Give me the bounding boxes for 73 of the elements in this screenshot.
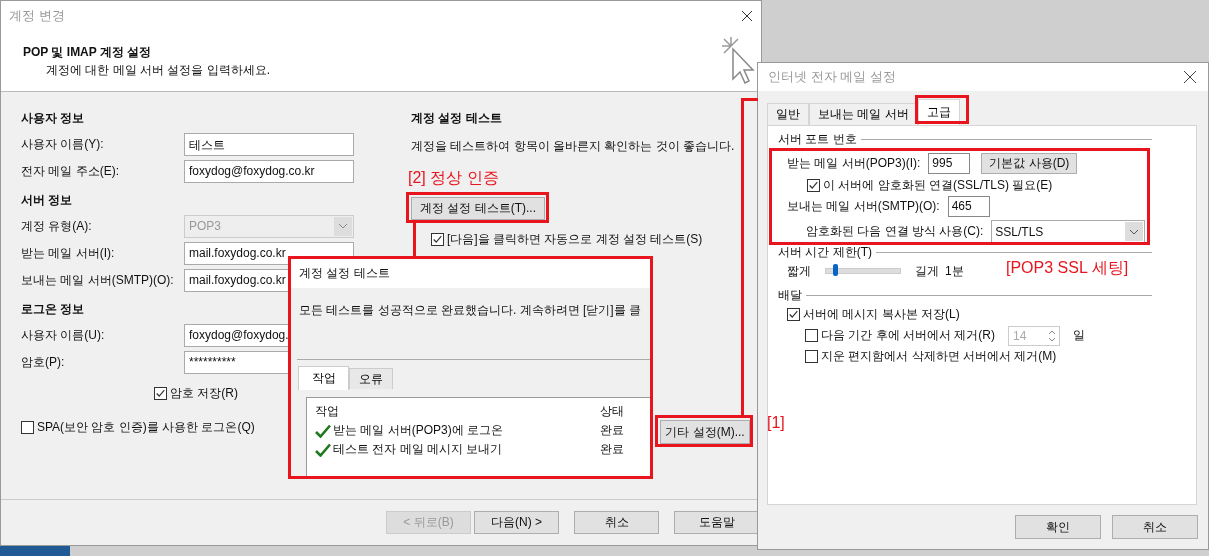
- dialog-heading: POP 및 IMAP 계정 설정: [23, 44, 153, 61]
- test-account-button[interactable]: 계정 설정 테스트(T)...: [411, 197, 545, 220]
- section-heading: 로그온 정보: [21, 301, 85, 318]
- field-label: 계정 유형(A):: [21, 217, 93, 235]
- close-icon[interactable]: [742, 11, 752, 21]
- highlight-frame: [915, 95, 969, 124]
- table-cell: 받는 메일 서버(POP3)에 로그온: [333, 422, 503, 439]
- checkbox[interactable]: [805, 329, 818, 342]
- close-icon[interactable]: [1184, 71, 1196, 83]
- tab[interactable]: 작업: [298, 366, 349, 390]
- group-heading: 서버 시간 제한(T): [778, 243, 872, 261]
- field-label: 받는 메일 서버(I):: [21, 244, 116, 262]
- field-label: 암호(P):: [21, 353, 66, 371]
- encryption-dropdown[interactable]: SSL/TLS: [991, 220, 1146, 243]
- table-cell-text: 완료: [600, 441, 625, 458]
- tab[interactable]: 일반: [767, 103, 809, 125]
- window-title: 인터넷 전자 메일 설정: [768, 68, 896, 86]
- field-label: 사용자 이름(U):: [21, 326, 106, 344]
- checkbox-label: SPA(보안 암호 인증)를 사용한 로그온(Q): [37, 419, 255, 436]
- annotation-label: [POP3 SSL 세팅]: [1006, 258, 1129, 278]
- port-field[interactable]: 995: [928, 153, 971, 174]
- field-label: 전자 메일 주소(E):: [21, 162, 120, 180]
- column-header: 상태: [600, 403, 625, 420]
- dialog-button[interactable]: 취소: [1112, 515, 1198, 539]
- checkbox-label: 다음 기간 후에 서버에서 제거(R): [821, 327, 995, 344]
- slider-label: 짧게: [787, 262, 811, 280]
- slider-thumb[interactable]: [833, 264, 839, 276]
- group-heading: 서버 포트 번호: [778, 130, 857, 148]
- checkbox[interactable]: [807, 178, 820, 192]
- tab[interactable]: 보내는 메일 서버: [809, 103, 918, 125]
- dialog-subheading: 계정에 대한 메일 서버 설정을 입력하세요.: [45, 62, 270, 79]
- field-label: 보내는 메일 서버(SMTP)(O):: [787, 198, 940, 215]
- group-heading: 배달: [778, 286, 802, 304]
- checkbox-label: 서버에 메시지 복사본 저장(L): [803, 306, 960, 323]
- checkbox[interactable]: [805, 350, 818, 363]
- status-message: 모든 테스트를 성공적으로 완료했습니다. 계속하려면 [닫기]를 클: [299, 302, 642, 319]
- port-field[interactable]: 465: [947, 196, 990, 217]
- more-settings-button[interactable]: 기타 설정(M)...: [660, 420, 750, 444]
- window-title: 계정 변경: [9, 7, 65, 25]
- default-button[interactable]: 기본값 사용(D): [981, 153, 1078, 174]
- checkbox[interactable]: [431, 233, 444, 246]
- tab[interactable]: 오류: [349, 368, 393, 389]
- checkbox[interactable]: [21, 421, 34, 434]
- timeout-value: 1분: [945, 262, 964, 280]
- dialog-button[interactable]: 다음(N) >: [474, 511, 559, 534]
- checkbox[interactable]: [154, 387, 167, 400]
- annotation-label: [2] 정상 인증: [408, 168, 499, 188]
- section-heading: 사용자 정보: [21, 110, 85, 127]
- checkbox[interactable]: [787, 308, 800, 321]
- annotation-label: [1]: [767, 414, 785, 432]
- leader-line: [413, 223, 416, 258]
- dialog-button[interactable]: 도움말: [674, 511, 759, 534]
- dialog-button[interactable]: 확인: [1015, 515, 1101, 539]
- checkbox-label: 지운 편지함에서 삭제하면 서버에서 제거(M): [821, 348, 1057, 365]
- section-heading: 서버 정보: [21, 192, 73, 209]
- input-field[interactable]: foxydog@foxydog.co.kr: [184, 159, 354, 183]
- input-field[interactable]: 테스트: [184, 132, 354, 156]
- column-header: 작업: [315, 403, 340, 420]
- checkbox-label: 이 서버에 암호화된 연결(SSL/TLS) 필요(E): [823, 176, 1053, 194]
- table-cell-text: 완료: [600, 422, 625, 439]
- field-label: 사용자 이름(Y):: [21, 135, 105, 153]
- field-label: 보내는 메일 서버(SMTP)(O):: [21, 271, 175, 289]
- cursor-sparkle-icon: [719, 35, 755, 85]
- checkbox-label: [다음]을 클릭하면 자동으로 계정 설정 테스트(S): [447, 231, 703, 248]
- table-cell: 테스트 전자 메일 메시지 보내기: [333, 441, 503, 458]
- slider-label: 길게: [915, 262, 939, 280]
- dialog-button[interactable]: 취소: [574, 511, 659, 534]
- field-label: 암호화된 다음 연결 방식 사용(C):: [806, 223, 984, 240]
- description-text: 계정을 테스트하여 항목이 올바른지 확인하는 것이 좋습니다.: [411, 138, 736, 155]
- checkbox-label: 암호 저장(R): [170, 385, 238, 402]
- unit-label: 일: [1073, 327, 1085, 344]
- field-label: 받는 메일 서버(POP3)(I):: [787, 155, 921, 172]
- section-heading: 계정 설정 테스트: [411, 110, 502, 127]
